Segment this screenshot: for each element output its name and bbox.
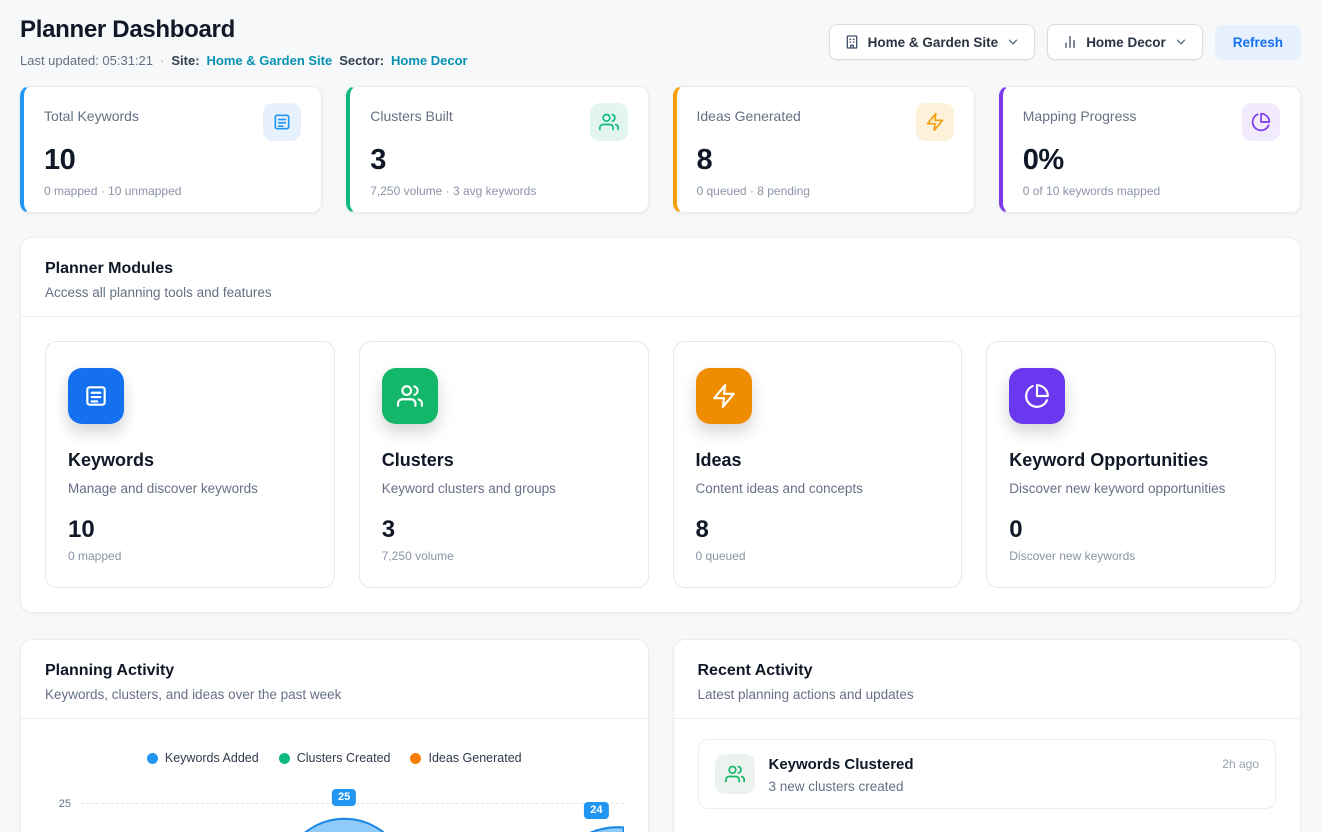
meta-line: Last updated: 05:31:21 · Site: Home & Ga… [20, 53, 468, 68]
module-subtext: 0 mapped [68, 549, 312, 563]
planner-modules-panel: Planner Modules Access all planning tool… [20, 237, 1301, 613]
topbar: Planner Dashboard Last updated: 05:31:21… [20, 16, 1301, 68]
sector-label: Sector: [339, 53, 384, 68]
refresh-button[interactable]: Refresh [1215, 25, 1301, 60]
chevron-down-icon [1006, 35, 1020, 49]
stat-card-total-keywords: Total Keywords 10 0 mapped · 10 unmapped [20, 86, 322, 213]
legend-item-ideas-generated[interactable]: Ideas Generated [410, 751, 521, 765]
planning-activity-subtitle: Keywords, clusters, and ideas over the p… [45, 687, 624, 702]
stat-value: 3 [370, 144, 627, 177]
area-series-keywords-added [81, 804, 624, 832]
activity-item-title: Keywords Clustered [769, 756, 1209, 773]
site-label: Site: [171, 53, 199, 68]
module-value: 3 [382, 516, 626, 544]
stats-row: Total Keywords 10 0 mapped · 10 unmapped… [20, 86, 1301, 213]
sector-selector-value: Home Decor [1086, 35, 1166, 50]
stat-value: 10 [44, 144, 301, 177]
users-icon [590, 103, 628, 141]
stat-card-clusters-built: Clusters Built 3 7,250 volume · 3 avg ke… [346, 86, 648, 213]
module-value: 0 [1009, 516, 1253, 544]
bottom-row: Planning Activity Keywords, clusters, an… [20, 639, 1301, 832]
module-description: Discover new keyword opportunities [1009, 481, 1253, 496]
chevron-down-icon [1174, 35, 1188, 49]
last-updated-text: Last updated: 05:31:21 [20, 53, 153, 68]
stat-card-ideas-generated: Ideas Generated 8 0 queued · 8 pending [673, 86, 975, 213]
users-icon [382, 368, 438, 424]
module-card-ideas[interactable]: Ideas Content ideas and concepts 8 0 que… [673, 341, 963, 588]
bolt-icon [916, 103, 954, 141]
recent-activity-title: Recent Activity [698, 662, 1277, 680]
modules-section-subtitle: Access all planning tools and features [45, 285, 1276, 300]
legend-dot [410, 753, 421, 764]
legend-item-clusters-created[interactable]: Clusters Created [279, 751, 391, 765]
module-title: Ideas [696, 450, 940, 471]
module-subtext: Discover new keywords [1009, 549, 1253, 563]
topbar-controls: Home & Garden Site Home Decor Refresh [829, 24, 1301, 60]
legend-dot [279, 753, 290, 764]
modules-section-title: Planner Modules [45, 260, 1276, 278]
y-axis-tick: 25 [45, 789, 71, 832]
stat-card-mapping-progress: Mapping Progress 0% 0 of 10 keywords map… [999, 86, 1301, 213]
module-description: Manage and discover keywords [68, 481, 312, 496]
module-title: Keywords [68, 450, 312, 471]
document-icon [68, 368, 124, 424]
planning-activity-panel: Planning Activity Keywords, clusters, an… [20, 639, 649, 832]
stat-subtext: 7,250 volume · 3 avg keywords [370, 184, 627, 198]
users-icon [715, 754, 755, 794]
stat-title: Clusters Built [370, 108, 452, 124]
stat-title: Ideas Generated [697, 108, 801, 124]
activity-item-timestamp: 2h ago [1222, 757, 1259, 771]
chart-legend: Keywords Added Clusters Created Ideas Ge… [45, 751, 624, 765]
topbar-left: Planner Dashboard Last updated: 05:31:21… [20, 16, 468, 68]
module-card-keyword-opportunities[interactable]: Keyword Opportunities Discover new keywo… [986, 341, 1276, 588]
building-icon [844, 34, 860, 50]
document-icon [263, 103, 301, 141]
sector-link[interactable]: Home Decor [391, 53, 468, 68]
chart-plot-area: 25 24 [81, 789, 624, 832]
modules-grid: Keywords Manage and discover keywords 10… [21, 317, 1300, 612]
sector-selector-dropdown[interactable]: Home Decor [1047, 24, 1203, 60]
recent-activity-panel: Recent Activity Latest planning actions … [673, 639, 1302, 832]
page-title: Planner Dashboard [20, 16, 468, 44]
bolt-icon [696, 368, 752, 424]
data-point-label: 25 [332, 789, 356, 806]
site-link[interactable]: Home & Garden Site [207, 53, 333, 68]
site-selector-value: Home & Garden Site [868, 35, 999, 50]
legend-dot [147, 753, 158, 764]
module-subtext: 7,250 volume [382, 549, 626, 563]
data-point-label: 24 [584, 802, 608, 819]
legend-item-keywords-added[interactable]: Keywords Added [147, 751, 259, 765]
site-selector-dropdown[interactable]: Home & Garden Site [829, 24, 1036, 60]
planner-dashboard-page: Planner Dashboard Last updated: 05:31:21… [0, 0, 1321, 832]
legend-label: Ideas Generated [428, 751, 521, 765]
module-title: Keyword Opportunities [1009, 450, 1253, 471]
module-title: Clusters [382, 450, 626, 471]
activity-area-chart: 25 25 24 [45, 789, 624, 832]
recent-activity-item: Keywords Clustered 3 new clusters create… [698, 739, 1277, 809]
legend-label: Clusters Created [297, 751, 391, 765]
stat-subtext: 0 of 10 keywords mapped [1023, 184, 1280, 198]
module-description: Keyword clusters and groups [382, 481, 626, 496]
pie-chart-icon [1009, 368, 1065, 424]
bar-chart-icon [1062, 34, 1078, 50]
module-description: Content ideas and concepts [696, 481, 940, 496]
separator-dot: · [160, 53, 164, 68]
stat-subtext: 0 queued · 8 pending [697, 184, 954, 198]
activity-item-description: 3 new clusters created [769, 779, 1209, 794]
module-subtext: 0 queued [696, 549, 940, 563]
pie-chart-icon [1242, 103, 1280, 141]
stat-title: Total Keywords [44, 108, 139, 124]
planning-activity-title: Planning Activity [45, 662, 624, 680]
stat-title: Mapping Progress [1023, 108, 1137, 124]
recent-activity-subtitle: Latest planning actions and updates [698, 687, 1277, 702]
module-value: 10 [68, 516, 312, 544]
module-card-keywords[interactable]: Keywords Manage and discover keywords 10… [45, 341, 335, 588]
stat-subtext: 0 mapped · 10 unmapped [44, 184, 301, 198]
stat-value: 8 [697, 144, 954, 177]
legend-label: Keywords Added [165, 751, 259, 765]
module-card-clusters[interactable]: Clusters Keyword clusters and groups 3 7… [359, 341, 649, 588]
module-value: 8 [696, 516, 940, 544]
stat-value: 0% [1023, 144, 1280, 177]
